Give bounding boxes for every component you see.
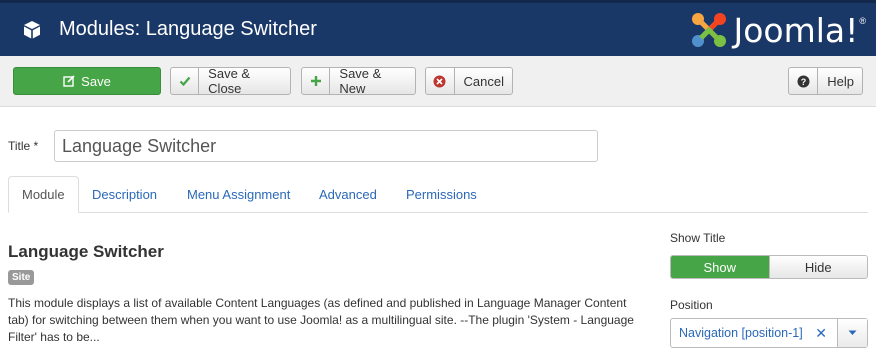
logo-reg-mark: ®: [859, 16, 866, 26]
clear-icon[interactable]: ✕: [815, 325, 827, 342]
joomla-logo: Joomla! ®: [689, 10, 866, 50]
edit-icon: [63, 68, 75, 94]
page-title: Modules: Language Switcher: [59, 18, 317, 40]
joomla-logo-icon: [692, 13, 727, 47]
svg-text:?: ?: [800, 77, 806, 87]
caret-down-icon[interactable]: [837, 319, 867, 347]
toolbar: Save Save & Close Save & New Cancel ? He…: [0, 56, 876, 107]
save-button-label: Save: [81, 73, 111, 89]
question-icon: ?: [789, 68, 819, 94]
module-description: This module displays a list of available…: [8, 296, 634, 344]
help-label: Help: [827, 73, 854, 89]
show-option[interactable]: Show: [671, 256, 769, 278]
title-label: Title *: [8, 139, 39, 153]
module-name: Language Switcher: [8, 242, 164, 261]
tab-permissions[interactable]: Permissions: [393, 176, 490, 212]
hide-option[interactable]: Hide: [768, 256, 867, 278]
save-close-button[interactable]: Save & Close: [170, 66, 291, 96]
check-icon: [171, 68, 200, 94]
save-new-button[interactable]: Save & New: [301, 66, 416, 96]
tab-bar: Module Description Menu Assignment Advan…: [8, 176, 868, 213]
logo-text: Joomla!: [733, 10, 859, 50]
save-close-label: Save & Close: [208, 66, 251, 96]
title-input[interactable]: Language Switcher: [54, 130, 598, 162]
position-value: Navigation [position-1]: [679, 326, 803, 340]
cancel-button[interactable]: Cancel: [425, 67, 513, 95]
cancel-icon: [426, 68, 455, 94]
plus-icon: [302, 68, 331, 94]
position-select[interactable]: Navigation [position-1] ✕: [670, 318, 868, 348]
site-badge: Site: [8, 270, 35, 285]
tab-module[interactable]: Module: [8, 176, 79, 213]
save-new-label: Save & New: [339, 66, 382, 96]
cube-icon: [24, 20, 40, 38]
save-button[interactable]: Save: [13, 67, 161, 95]
cancel-label: Cancel: [463, 73, 504, 89]
position-label: Position: [670, 298, 713, 312]
show-title-label: Show Title: [670, 231, 726, 245]
app-header: Modules: Language Switcher Joomla! ®: [0, 0, 876, 56]
tab-menu-assignment[interactable]: Menu Assignment: [174, 176, 303, 212]
title-row: Title * Language Switcher: [8, 130, 598, 162]
tab-description[interactable]: Description: [79, 176, 170, 212]
tab-advanced[interactable]: Advanced: [306, 176, 390, 212]
show-title-toggle: Show Hide: [670, 255, 868, 279]
help-button[interactable]: ? Help: [788, 67, 863, 95]
